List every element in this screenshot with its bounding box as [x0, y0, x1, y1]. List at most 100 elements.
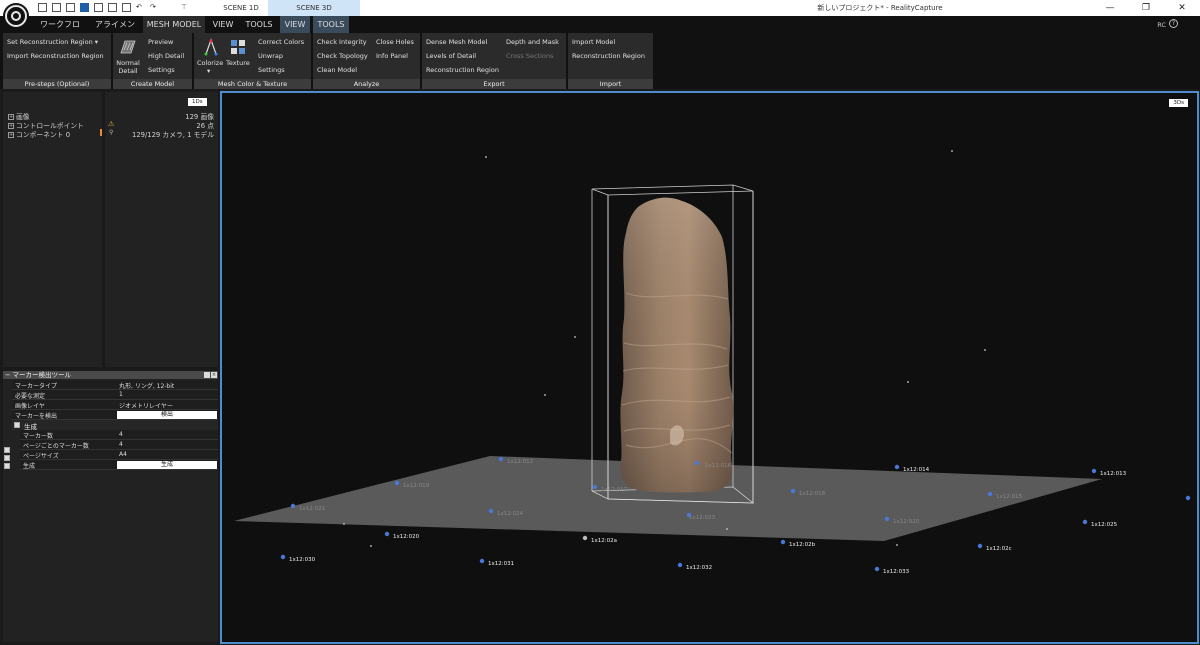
high-detail-button[interactable]: High Detail	[148, 52, 184, 60]
cross-sections-button[interactable]: Cross Sections	[506, 52, 553, 60]
layout-2-icon[interactable]	[52, 3, 61, 12]
page-size-row[interactable]: ページサイズ A4	[20, 450, 218, 460]
marker-label: 1x12:033	[883, 569, 910, 575]
info-panel-button[interactable]: Info Panel	[376, 52, 408, 60]
normal-detail-icon	[120, 40, 136, 54]
marker-point	[987, 491, 993, 497]
dense-mesh-model-button[interactable]: Dense Mesh Model	[426, 38, 487, 46]
section-collapse-icon[interactable]	[14, 422, 20, 428]
set-reconstruction-region-button[interactable]: Set Reconstruction Region ▾	[7, 38, 98, 46]
check-integrity-button[interactable]: Check Integrity	[317, 38, 367, 46]
clean-model-button[interactable]: Clean Model	[317, 66, 357, 74]
3d-viewport[interactable]: 3Ds 1x12:012 1x12:016 1x12:014 1x12:013 …	[220, 91, 1199, 644]
marker-label: 1x12:024	[497, 511, 524, 517]
texture-settings-button[interactable]: Settings	[258, 66, 285, 74]
marker-count-row[interactable]: マーカー数 4	[20, 430, 218, 440]
help-icon[interactable]: ?	[1169, 19, 1178, 28]
menu-alignment[interactable]: アライメント	[92, 16, 138, 46]
project-values-panel: 1Ds 129 画像 ⚠ 26 点 ⚲ 129/129 カメラ, 1 モデル	[105, 92, 218, 367]
menu-view[interactable]: VIEW	[207, 16, 239, 33]
image-layer-row[interactable]: 画像レイヤ ジオメトリレイヤー	[12, 400, 218, 410]
menu-view-2[interactable]: VIEW	[280, 16, 310, 33]
redo-icon[interactable]: ↷	[150, 3, 159, 12]
texture-icon	[231, 40, 245, 54]
texture-button[interactable]: Texture	[226, 59, 250, 67]
depth-and-mask-button[interactable]: Depth and Mask	[506, 38, 559, 46]
create-settings-button[interactable]: Settings	[148, 66, 175, 74]
layout-4-icon[interactable]	[80, 3, 89, 12]
export-reconstruction-region-button[interactable]: Reconstruction Region	[426, 66, 499, 74]
unwrap-button[interactable]: Unwrap	[258, 52, 283, 60]
marker-point	[694, 460, 700, 466]
levels-of-detail-button[interactable]: Levels of Detail	[426, 52, 476, 60]
panel-close-icon[interactable]: ×	[211, 372, 217, 378]
layout-3-icon[interactable]	[66, 3, 75, 12]
import-reconstruction-region-button-2[interactable]: Reconstruction Region	[572, 52, 645, 60]
marker-panel-title: マーカー検出ツール	[12, 371, 71, 379]
group-pre-steps: Set Reconstruction Region ▾ Import Recon…	[3, 33, 111, 89]
marker-point	[874, 566, 880, 572]
menu-tools-2[interactable]: TOOLS	[313, 16, 349, 33]
3ds-badge[interactable]: 3Ds	[1169, 99, 1188, 107]
pin-icon[interactable]: ⊤	[181, 3, 187, 11]
undo-icon[interactable]: ↶	[136, 3, 145, 12]
expand-icon[interactable]: +	[8, 132, 14, 138]
colorize-dropdown-icon[interactable]: ▾	[207, 67, 210, 75]
marker-label: 1x12:013	[1100, 471, 1127, 477]
menu-workflow[interactable]: ワークフロー	[38, 16, 82, 46]
import-model-button[interactable]: Import Model	[572, 38, 615, 46]
marker-label: 1x12:032	[686, 565, 713, 571]
marker-type-row[interactable]: マーカータイプ 丸形, リング, 12-bit	[12, 380, 218, 390]
rc-label: RC	[1157, 21, 1166, 29]
close-holes-button[interactable]: Close Holes	[376, 38, 414, 46]
component-info: 129/129 カメラ, 1 モデル	[132, 131, 214, 139]
import-reconstruction-region-button[interactable]: Import Reconstruction Region	[7, 52, 104, 60]
layout-7-icon[interactable]	[122, 3, 131, 12]
side-toggle-2-icon[interactable]	[4, 455, 10, 461]
layout-6-icon[interactable]	[108, 3, 117, 12]
marker-label: 1x12:016	[705, 463, 732, 469]
generate-button[interactable]: 生成	[117, 461, 217, 469]
group-analyze: Check Integrity Check Topology Clean Mod…	[313, 33, 420, 89]
side-toggle-1-icon[interactable]	[4, 447, 10, 453]
realitycapture-logo-icon[interactable]	[2, 2, 30, 30]
ds-badge[interactable]: 1Ds	[188, 98, 207, 106]
markers-per-page-row[interactable]: ページごとのマーカー数 4	[20, 440, 218, 450]
menu-mesh-model[interactable]: MESH MODEL	[143, 16, 205, 33]
detect-button[interactable]: 検出	[117, 411, 217, 419]
group-mesh-color-texture: Colorize ▾ Texture Correct Colors Unwrap…	[194, 33, 311, 89]
tree-item-component[interactable]: + コンポーネント 0	[8, 129, 70, 139]
group-create-model: Normal Detail Preview High Detail Settin…	[113, 33, 192, 89]
marker-point	[384, 531, 390, 537]
marker-point	[780, 539, 786, 545]
tab-scene-3d[interactable]: SCENE 3D	[268, 0, 360, 16]
component-indicator	[100, 129, 102, 136]
detect-markers-row: マーカーを検出 検出	[12, 410, 218, 420]
correct-colors-button[interactable]: Correct Colors	[258, 38, 304, 46]
side-toggle-3-icon[interactable]	[4, 463, 10, 469]
marker-point	[1185, 495, 1191, 501]
preview-button[interactable]: Preview	[148, 38, 173, 46]
marker-label: 1x12:015	[996, 494, 1023, 500]
ribbon: Set Reconstruction Region ▾ Import Recon…	[0, 33, 1200, 89]
panel-pin-icon[interactable]	[204, 372, 210, 378]
minimize-button[interactable]: —	[1092, 0, 1128, 16]
marker-point	[280, 554, 286, 560]
window-title: 新しいプロジェクト* - RealityCapture	[817, 4, 943, 12]
normal-detail-button[interactable]: Normal Detail	[115, 59, 141, 75]
maximize-button[interactable]: ❐	[1128, 0, 1164, 16]
colorize-button[interactable]: Colorize	[197, 59, 223, 67]
marker-label: 1x12:020	[893, 519, 920, 525]
close-button[interactable]: ✕	[1164, 0, 1200, 16]
layout-1-icon[interactable]	[38, 3, 47, 12]
layout-5-icon[interactable]	[94, 3, 103, 12]
marker-label: 1x12:012	[507, 459, 534, 465]
collapse-icon[interactable]: −	[5, 371, 10, 379]
required-measurements-row[interactable]: 必要な測定 1	[12, 390, 218, 400]
generate-section[interactable]: 生成	[12, 420, 218, 431]
marker-label: 1x12:031	[488, 561, 515, 567]
menu-tools[interactable]: TOOLS	[241, 16, 277, 33]
scene-canvas[interactable]	[222, 93, 1197, 642]
check-topology-button[interactable]: Check Topology	[317, 52, 368, 60]
marker-label: 1x12:030	[289, 557, 316, 563]
